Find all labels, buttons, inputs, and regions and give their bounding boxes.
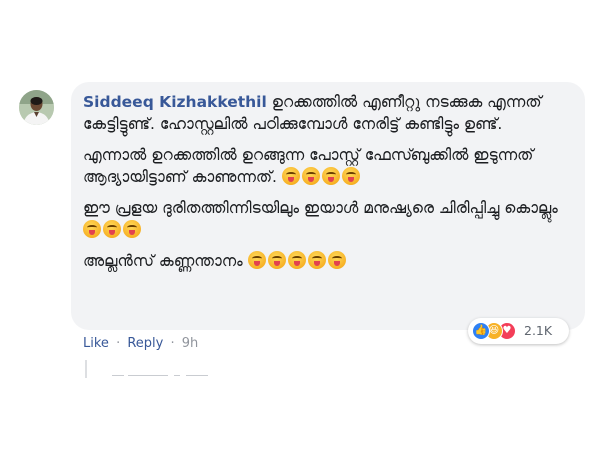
separator: ·	[170, 336, 175, 351]
avatar[interactable]	[19, 90, 54, 125]
profile-photo	[19, 90, 54, 125]
laughing-emoji-icon	[287, 251, 306, 269]
comment-paragraph: Siddeeq Kizhakkethil ഉറക്കത്തിൽ എണീറ്റു …	[83, 92, 578, 135]
comment-actions: Like · Reply · 9h	[83, 336, 201, 351]
emoji-group	[83, 219, 143, 239]
laughing-emoji-icon	[321, 166, 340, 185]
laughing-emoji-icon	[83, 219, 101, 238]
separator: ·	[116, 336, 121, 351]
laughing-emoji-icon	[247, 251, 266, 269]
laughing-emoji-icon	[327, 251, 346, 269]
emoji-group	[281, 166, 362, 186]
laughing-emoji-icon	[103, 219, 121, 238]
emoji-group	[247, 251, 348, 270]
clipped-replies-text	[112, 375, 208, 376]
reaction-count: 2.1K	[524, 323, 553, 338]
comment-paragraph: എന്നാൽ ഉറക്കത്തിൽ ഉറങ്ങുന്ന പോസ്റ്റ് ഫേസ…	[83, 145, 578, 188]
laughing-emoji-icon	[341, 166, 360, 185]
reactions-summary[interactable]: 👍 😆 ♥ 2.1K	[468, 318, 569, 344]
laughing-emoji-icon	[301, 166, 320, 185]
laughing-emoji-icon	[267, 251, 286, 269]
like-link[interactable]: Like	[83, 336, 109, 351]
reply-thread-line	[85, 360, 87, 378]
laughing-emoji-icon	[307, 251, 326, 269]
replies-link-clipped	[112, 368, 272, 376]
timestamp[interactable]: 9h	[182, 336, 199, 351]
author-name[interactable]: Siddeeq Kizhakkethil	[83, 93, 267, 111]
comment-paragraph: ഈ പ്രളയ ദുരിതത്തിന്നിടയിലും ഇയാൾ മനുഷ്യര…	[83, 198, 578, 241]
comment-paragraph: അല്ലൻസ് കണ്ണന്താനം	[83, 251, 578, 273]
reply-link[interactable]: Reply	[127, 336, 163, 351]
comment-body: Siddeeq Kizhakkethil ഉറക്കത്തിൽ എണീറ്റു …	[83, 92, 578, 283]
laughing-emoji-icon	[281, 166, 300, 185]
comment-text-3: ഈ പ്രളയ ദുരിതത്തിന്നിടയിലും ഇയാൾ മനുഷ്യര…	[83, 199, 558, 217]
like-icon: 👍	[472, 322, 490, 340]
laughing-emoji-icon	[123, 219, 141, 238]
comment-text-4: അല്ലൻസ് കണ്ണന്താനം	[83, 252, 243, 270]
